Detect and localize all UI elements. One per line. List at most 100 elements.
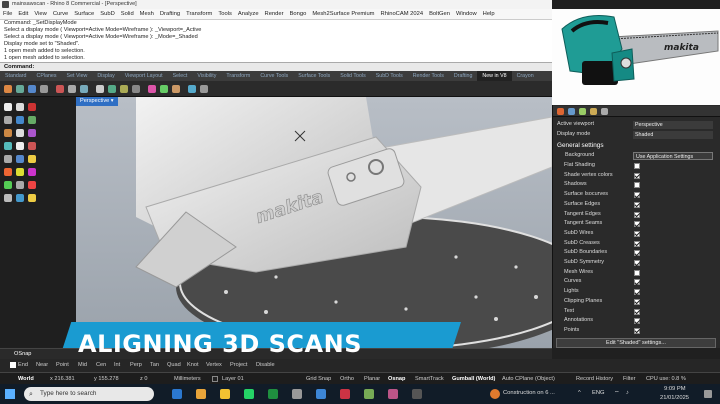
osnap-quad[interactable]: Quad <box>167 362 181 368</box>
app3-icon[interactable] <box>388 389 398 399</box>
menu-rhinocam[interactable]: RhinoCAM 2024 <box>378 9 427 19</box>
rectangle-icon[interactable] <box>16 129 24 137</box>
menu-subd[interactable]: SubD <box>97 9 118 19</box>
smarttrack-toggle[interactable]: SmartTrack <box>415 376 444 382</box>
polygon-icon[interactable] <box>28 129 36 137</box>
units[interactable]: Millimeters <box>174 376 201 382</box>
gumball-toggle[interactable]: Gumball (World) <box>452 376 495 382</box>
tab-render-tools[interactable]: Render Tools <box>408 71 449 81</box>
osnap-project[interactable]: Project <box>230 362 247 368</box>
app2-icon[interactable] <box>364 389 374 399</box>
tab-curve-tools[interactable]: Curve Tools <box>255 71 293 81</box>
osnap-perp[interactable]: Perp <box>130 362 142 368</box>
cplane-world[interactable]: World <box>18 376 34 382</box>
setting-checkbox[interactable] <box>634 279 640 286</box>
volume-icon[interactable]: ♪ <box>626 390 629 396</box>
curve-icon[interactable] <box>16 116 24 124</box>
osnap-tan[interactable]: Tan <box>150 362 159 368</box>
split-icon[interactable] <box>4 194 12 202</box>
menu-drafting[interactable]: Drafting <box>157 9 183 19</box>
setting-checkbox[interactable] <box>634 269 640 276</box>
properties-icon[interactable] <box>172 85 180 93</box>
menu-view[interactable]: View <box>31 9 49 19</box>
menu-mesh[interactable]: Mesh <box>137 9 157 19</box>
osnap-int[interactable]: Int <box>114 362 120 368</box>
tab-cplanes[interactable]: CPlanes <box>32 71 62 81</box>
mesh-icon[interactable] <box>16 155 24 163</box>
paste-icon[interactable] <box>80 85 88 93</box>
osnap-near[interactable]: Near <box>36 362 48 368</box>
command-prompt[interactable]: Command: <box>0 62 552 71</box>
osnap-end-checkbox[interactable] <box>10 362 16 368</box>
gear-icon[interactable] <box>200 85 208 93</box>
extrude-icon[interactable] <box>16 142 24 150</box>
chevron-up-icon[interactable]: ^ <box>578 390 581 396</box>
setting-checkbox[interactable] <box>634 260 640 266</box>
notification-icon[interactable] <box>704 390 712 398</box>
setting-checkbox[interactable] <box>634 318 640 325</box>
menu-solid[interactable]: Solid <box>118 9 137 19</box>
arc-icon[interactable] <box>4 129 12 137</box>
osnap-end[interactable]: End <box>18 362 28 368</box>
menu-curve[interactable]: Curve <box>50 9 71 19</box>
render-icon[interactable] <box>188 85 196 93</box>
osnap-disable[interactable]: Disable <box>256 362 275 368</box>
tab-solid-tools[interactable]: Solid Tools <box>335 71 371 81</box>
taskbar-search[interactable]: Type here to search <box>24 387 154 401</box>
tab-select[interactable]: Select <box>168 71 193 81</box>
join-icon[interactable] <box>16 194 24 202</box>
tab-new-in-v8[interactable]: New in V8 <box>477 71 512 81</box>
mirror-icon[interactable] <box>16 181 24 189</box>
windows-start-icon[interactable] <box>5 389 15 399</box>
setting-checkbox[interactable] <box>634 192 640 199</box>
explode-icon[interactable] <box>28 194 36 202</box>
osnap-vertex[interactable]: Vertex <box>206 362 222 368</box>
setting-checkbox[interactable] <box>634 163 640 169</box>
tab-crayon[interactable]: Crayon <box>512 71 539 81</box>
save-icon[interactable] <box>28 85 36 93</box>
rhino-taskbar-icon[interactable] <box>292 389 302 399</box>
trim-icon[interactable] <box>28 181 36 189</box>
line-icon[interactable] <box>28 103 36 111</box>
perspective-viewport[interactable]: makita <box>76 97 552 348</box>
setting-checkbox[interactable] <box>634 211 640 218</box>
chrome-icon[interactable] <box>196 389 206 399</box>
sphere-icon[interactable] <box>4 155 12 163</box>
tab-surface-tools[interactable]: Surface Tools <box>293 71 335 81</box>
menu-bongo[interactable]: Bongo <box>287 9 310 19</box>
menu-analyze[interactable]: Analyze <box>235 9 262 19</box>
box-icon[interactable] <box>28 142 36 150</box>
setting-checkbox[interactable] <box>634 221 640 228</box>
copy-object-icon[interactable] <box>16 168 24 176</box>
rotate-icon[interactable] <box>28 168 36 176</box>
tab-standard[interactable]: Standard <box>0 71 32 81</box>
setting-checkbox[interactable] <box>634 327 640 334</box>
language[interactable]: ENG <box>592 390 605 396</box>
menu-edit[interactable]: Edit <box>15 9 31 19</box>
select-icon[interactable] <box>148 85 156 93</box>
osnap-cen[interactable]: Cen <box>96 362 106 368</box>
tab-visibility[interactable]: Visibility <box>192 71 221 81</box>
new-file-icon[interactable] <box>4 85 12 93</box>
setting-checkbox[interactable] <box>634 240 640 247</box>
edit-shaded-settings-button[interactable]: Edit "Shaded" settings... <box>556 338 716 348</box>
text-icon[interactable] <box>28 155 36 163</box>
undo-icon[interactable] <box>96 85 104 93</box>
layer-icon[interactable] <box>160 85 168 93</box>
file-explorer-icon[interactable] <box>220 389 230 399</box>
wifi-icon[interactable]: ⌔ <box>614 390 619 397</box>
tab-viewport-layout[interactable]: Viewport Layout <box>120 71 168 81</box>
menu-tools[interactable]: Tools <box>215 9 235 19</box>
setting-checkbox[interactable] <box>634 289 640 296</box>
filter-toggle[interactable]: Filter <box>623 376 635 382</box>
tab-set-view[interactable]: Set View <box>62 71 93 81</box>
setting-checkbox[interactable] <box>634 308 640 315</box>
tab-transform[interactable]: Transform <box>221 71 255 81</box>
app4-icon[interactable] <box>412 389 422 399</box>
open-icon[interactable] <box>16 85 24 93</box>
tab-subd-tools[interactable]: SubD Tools <box>371 71 408 81</box>
osnap-point[interactable]: Point <box>56 362 69 368</box>
osnap-mid[interactable]: Mid <box>78 362 87 368</box>
excel-icon[interactable] <box>268 389 278 399</box>
clock-date[interactable]: 21/01/2025 <box>660 395 689 401</box>
